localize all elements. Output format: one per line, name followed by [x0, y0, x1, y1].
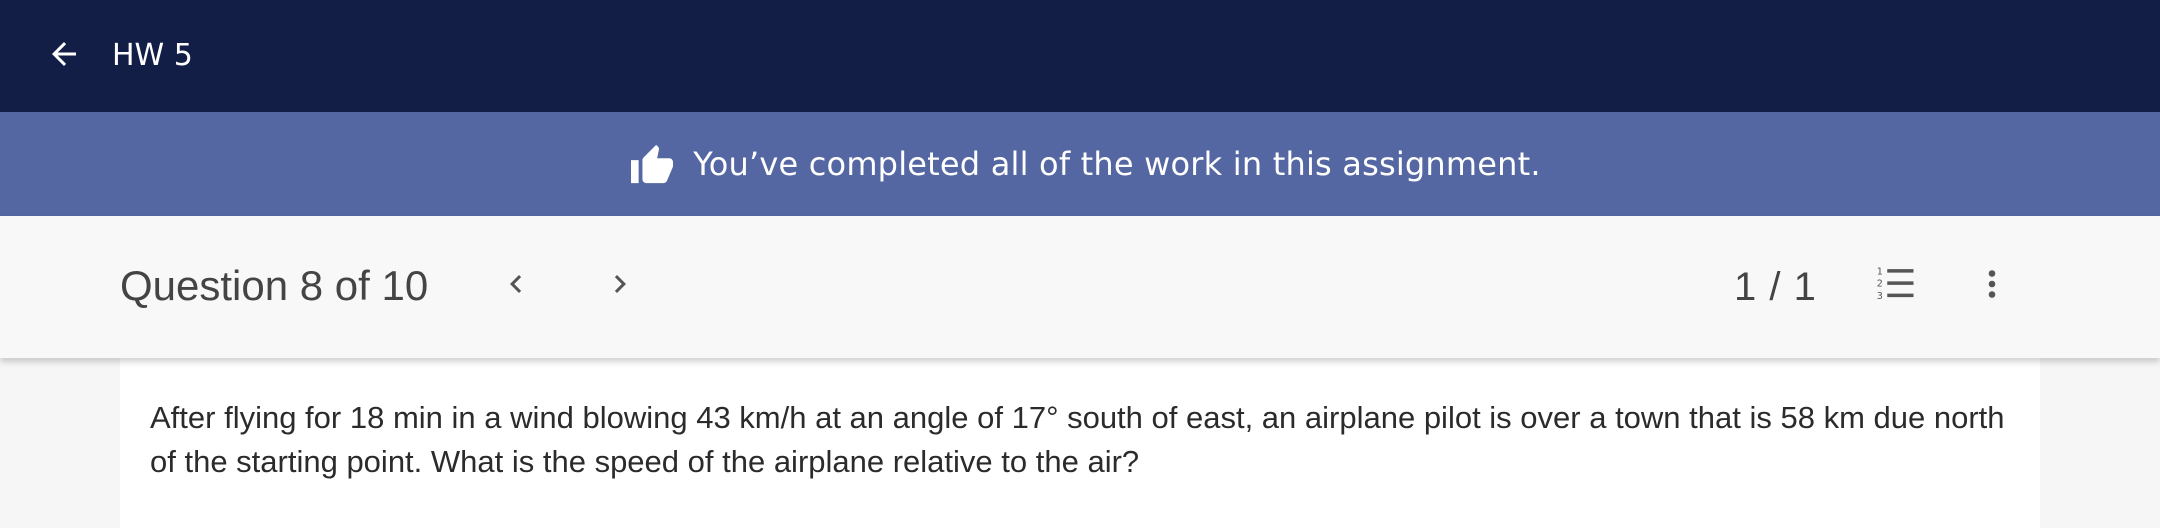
next-question-button[interactable] — [596, 262, 644, 310]
question-text: After flying for 18 min in a wind blowin… — [150, 400, 2005, 479]
arrow-left-icon — [46, 36, 82, 77]
more-options-button[interactable] — [1968, 262, 2016, 310]
back-button[interactable] — [40, 32, 88, 80]
svg-text:2: 2 — [1877, 278, 1883, 289]
numbered-list-icon: 1 2 3 — [1875, 263, 1917, 310]
chevron-left-icon — [498, 266, 534, 307]
more-vertical-icon — [1974, 266, 2010, 307]
question-toolbar: Question 8 of 10 1 / 1 1 2 3 — [0, 216, 2160, 358]
completion-banner: You’ve completed all of the work in this… — [0, 112, 2160, 216]
thumbs-up-icon — [629, 141, 675, 187]
completion-message: You’ve completed all of the work in this… — [693, 145, 1541, 183]
previous-question-button[interactable] — [492, 262, 540, 310]
question-card: After flying for 18 min in a wind blowin… — [120, 358, 2040, 528]
part-counter: 1 / 1 — [1734, 265, 1817, 309]
question-counter: Question 8 of 10 — [120, 262, 429, 309]
assignment-title: HW 5 — [112, 38, 193, 73]
question-list-button[interactable]: 1 2 3 — [1872, 262, 1920, 310]
svg-text:3: 3 — [1877, 290, 1883, 301]
svg-text:1: 1 — [1877, 266, 1883, 277]
chevron-right-icon — [602, 266, 638, 307]
top-app-bar: HW 5 — [0, 0, 2160, 112]
